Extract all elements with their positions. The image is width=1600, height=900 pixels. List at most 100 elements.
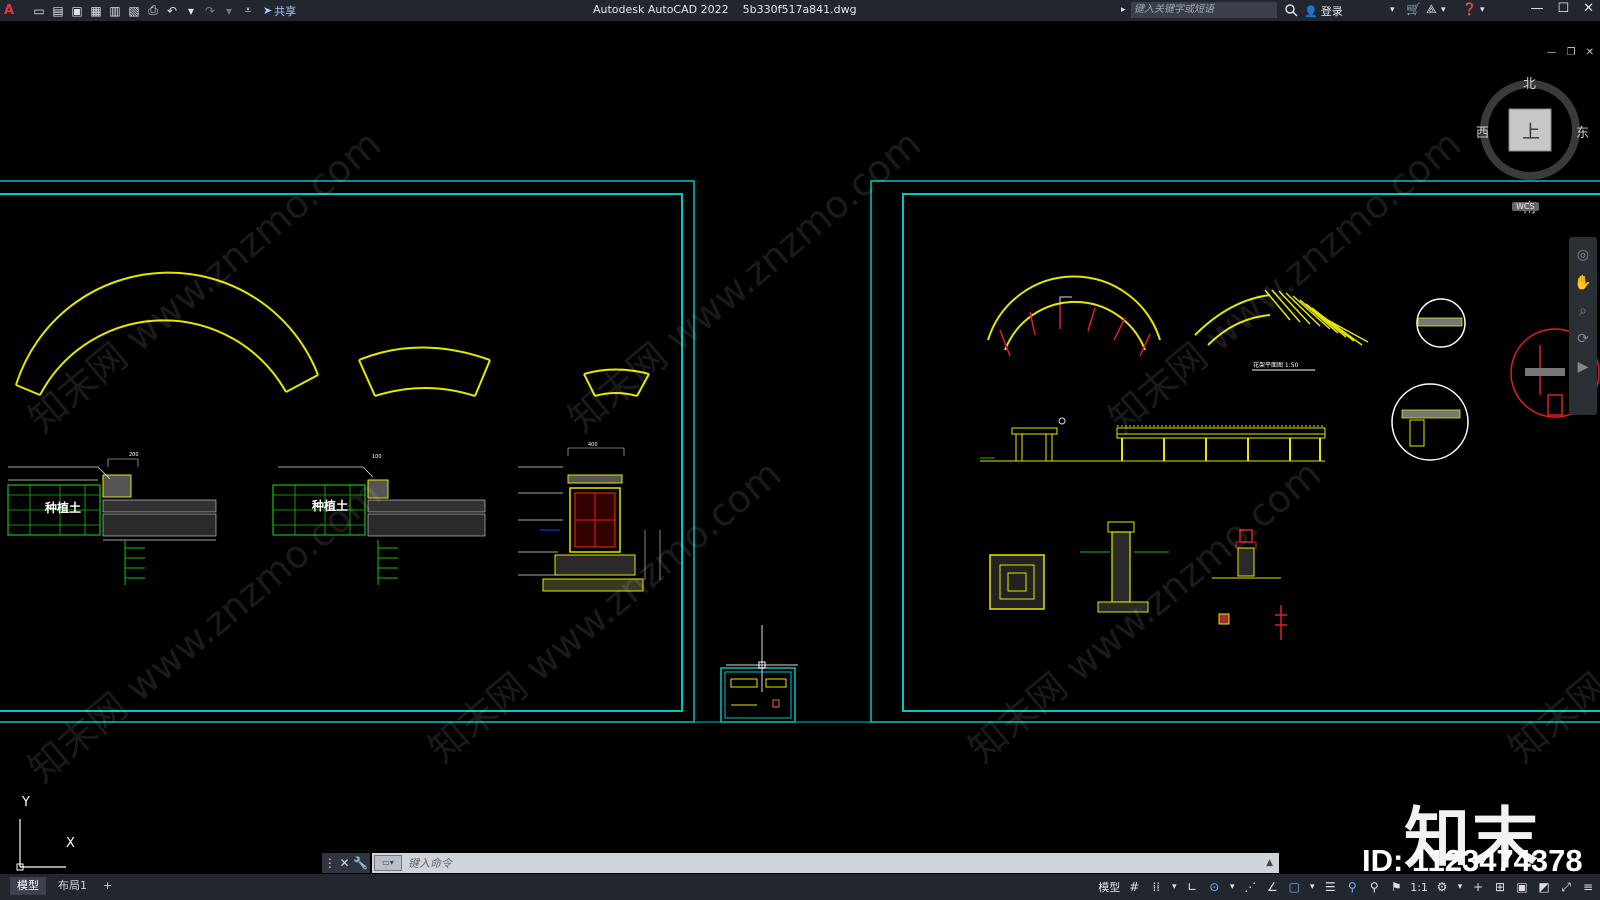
sign-in-dropdown-icon[interactable]: ▾	[1390, 5, 1395, 15]
pergola-arc-2-inner	[1207, 314, 1271, 346]
open-from-web-icon[interactable]: ▥	[107, 3, 123, 19]
viewcube-north[interactable]: 北	[1523, 73, 1536, 92]
annotation-scale-value[interactable]: 1:1	[1410, 881, 1428, 894]
search-expand-icon[interactable]: ▸	[1121, 5, 1126, 15]
command-grip-icon[interactable]: ⋮	[324, 856, 336, 870]
workspace-dropdown-icon[interactable]: ▾	[1456, 879, 1464, 895]
command-line-controls: ⋮ ✕ 🔧	[322, 853, 370, 873]
new-icon[interactable]: ▭	[31, 3, 47, 19]
units-icon[interactable]: ⊞	[1492, 879, 1508, 895]
ortho-icon[interactable]: ∟	[1184, 879, 1200, 895]
tab-layout1[interactable]: 布局1	[51, 877, 94, 895]
arc-planter-small-inner	[594, 392, 638, 397]
customize-qat-icon[interactable]: ⩡	[240, 3, 256, 19]
app-menu-button[interactable]: A	[4, 3, 28, 18]
minimize-icon[interactable]: —	[1530, 1, 1543, 16]
pergola-elevation	[980, 417, 1326, 462]
section-detail-2: 100	[272, 454, 486, 585]
arc-planter-large-inner	[39, 319, 287, 396]
mini-sheet-frame	[720, 667, 796, 723]
isolate-objects-icon[interactable]: ◩	[1536, 879, 1552, 895]
pergola-arc-2-outer	[1194, 294, 1271, 336]
plot-icon[interactable]: ⎙	[145, 3, 161, 19]
mini-block-1	[730, 678, 758, 688]
snap-icon[interactable]: ⁞⁞	[1148, 879, 1164, 895]
search-input[interactable]: 键入关键字或短语	[1131, 2, 1277, 18]
autodesk-app-icon[interactable]: ⟁	[1426, 2, 1437, 17]
polar-icon[interactable]: ⊙	[1206, 879, 1222, 895]
polar-dropdown-icon[interactable]: ▾	[1228, 879, 1236, 895]
zoom-icon[interactable]: ⌕	[1569, 303, 1597, 319]
navigation-bar: ◎ ✋ ⌕ ⟳ ▶	[1569, 237, 1597, 415]
save-as-icon[interactable]: ▦	[88, 3, 104, 19]
undo-dropdown-icon[interactable]: ▾	[183, 3, 199, 19]
mini-block-3	[772, 699, 780, 708]
viewcube-east[interactable]: 东	[1576, 122, 1589, 141]
dim-text-100: 100	[372, 454, 382, 460]
left-inner-frame	[0, 193, 683, 712]
osnap-dropdown-icon[interactable]: ▾	[1308, 879, 1316, 895]
fullscreen-icon[interactable]: ⤢	[1558, 879, 1574, 895]
viewcube-top-face[interactable]: 上	[1522, 118, 1540, 144]
viewcube[interactable]: 北 南 东 西 上 WCS	[1460, 69, 1600, 216]
help-icon[interactable]: ❓	[1462, 2, 1477, 16]
app-dropdown-icon[interactable]: ▾	[1441, 5, 1446, 15]
annotation-scale-icon[interactable]: ⚑	[1388, 879, 1404, 895]
open-icon[interactable]: ▤	[50, 3, 66, 19]
planter-pit-section: 400	[518, 442, 661, 592]
redo-icon[interactable]: ↷	[202, 3, 218, 19]
model-space-button[interactable]: 模型	[1098, 879, 1120, 895]
command-customize-icon[interactable]: 🔧	[353, 856, 368, 870]
grid-icon[interactable]: #	[1126, 879, 1142, 895]
close-icon[interactable]: ✕	[1583, 1, 1594, 16]
showmotion-icon[interactable]: ▶	[1569, 359, 1597, 375]
osnap-icon[interactable]: ▢	[1286, 879, 1302, 895]
send-icon: ➤	[263, 4, 273, 17]
doc-close-icon[interactable]: ✕	[1586, 47, 1594, 58]
tab-model[interactable]: 模型	[10, 877, 46, 895]
annotation-monitor-icon[interactable]: +	[1470, 879, 1486, 895]
pan-icon[interactable]: ✋	[1569, 275, 1597, 291]
help-dropdown-icon[interactable]: ▾	[1480, 5, 1485, 15]
annotation-autoscale-icon[interactable]: ⚲	[1366, 879, 1382, 895]
command-close-icon[interactable]: ✕	[339, 856, 349, 870]
column-section	[1080, 521, 1169, 613]
command-expand-icon[interactable]: ▲	[1266, 858, 1273, 868]
workspace-gear-icon[interactable]: ⚙	[1434, 879, 1450, 895]
undo-icon[interactable]: ↶	[164, 3, 180, 19]
command-history-icon[interactable]: ▭▾	[374, 855, 402, 871]
wcs-menu[interactable]: WCS	[1512, 202, 1539, 211]
sign-in-button[interactable]: 👤 登录	[1304, 3, 1343, 19]
steering-wheel-icon[interactable]: ◎	[1569, 247, 1597, 263]
user-icon: 👤	[1304, 4, 1318, 18]
share-button[interactable]: ➤ 共享	[263, 3, 296, 19]
drawing-viewport[interactable]: 200 种植土 100 种植土 400 花架平面图 1:50 知末网 www.z…	[0, 21, 1600, 877]
search-icon[interactable]	[1284, 3, 1298, 17]
lineweight-icon[interactable]: ☰	[1322, 879, 1338, 895]
otrack-icon[interactable]: ∠	[1264, 879, 1280, 895]
right-outer-frame	[870, 180, 1600, 723]
customization-icon[interactable]: ≡	[1580, 879, 1596, 895]
cart-icon[interactable]: 🛒	[1406, 2, 1421, 16]
command-input[interactable]: ▭▾ 键入命令 ▲	[372, 853, 1279, 873]
arc-planter-large-outer	[15, 271, 319, 386]
viewcube-west[interactable]: 西	[1476, 122, 1489, 141]
save-icon[interactable]: ▣	[69, 3, 85, 19]
annotation-visibility-icon[interactable]: ⚲	[1344, 879, 1360, 895]
sign-in-label: 登录	[1320, 5, 1343, 18]
orbit-icon[interactable]: ⟳	[1569, 331, 1597, 347]
doc-restore-icon[interactable]: ❐	[1567, 47, 1576, 58]
redo-dropdown-icon[interactable]: ▾	[221, 3, 237, 19]
brand-id: ID: 1123474378	[1362, 843, 1583, 878]
app-name: Autodesk AutoCAD 2022	[593, 3, 729, 16]
quick-properties-icon[interactable]: ▣	[1514, 879, 1530, 895]
save-to-web-icon[interactable]: ▧	[126, 3, 142, 19]
doc-minimize-icon[interactable]: —	[1547, 47, 1557, 58]
isodraft-icon[interactable]: ⋰	[1242, 879, 1258, 895]
status-toolbar: 模型 # ⁞⁞ ▾ ∟ ⊙ ▾ ⋰ ∠ ▢ ▾ ☰ ⚲ ⚲ ⚑ 1:1 ⚙ ▾ …	[1098, 877, 1596, 897]
share-label: 共享	[274, 4, 297, 18]
detail-callout-circle-2	[1391, 383, 1469, 461]
snap-dropdown-icon[interactable]: ▾	[1170, 879, 1178, 895]
tab-add[interactable]: +	[96, 877, 119, 895]
maximize-icon[interactable]: ☐	[1557, 1, 1569, 16]
